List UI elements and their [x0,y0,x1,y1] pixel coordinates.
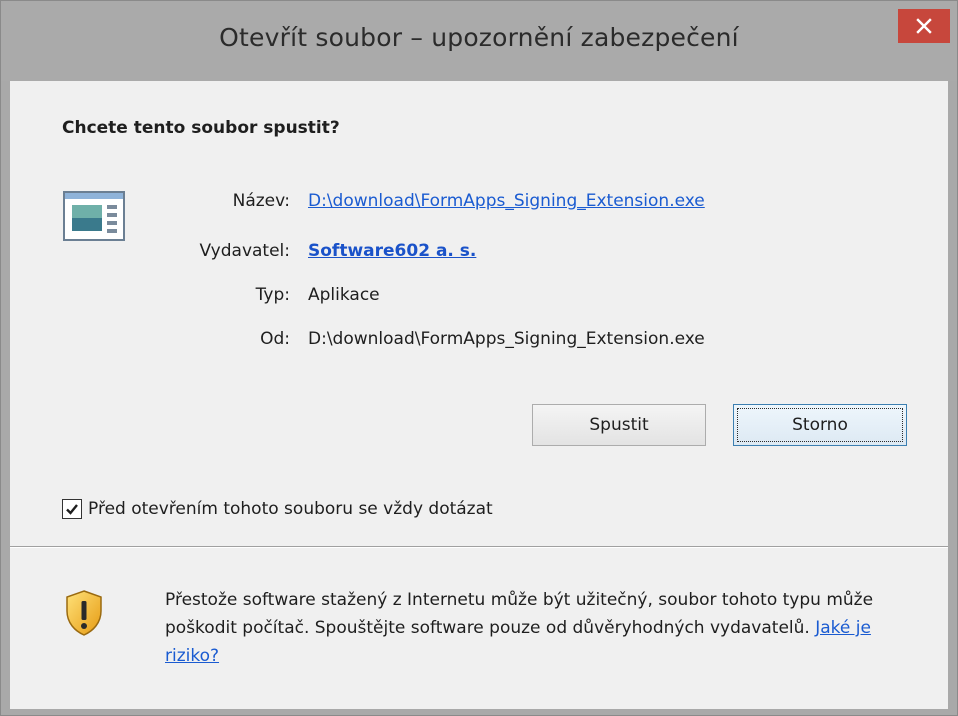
question-heading: Chcete tento soubor spustit? [62,118,340,138]
from-label: Od: [260,329,290,349]
dialog-body: Chcete tento soubor spustit? Název: D:\d… [10,81,948,709]
publisher-label: Vydavatel: [199,241,291,261]
focus-ring [737,408,903,442]
run-button-label: Spustit [589,415,649,435]
type-label: Typ: [255,285,290,305]
name-link[interactable]: D:\download\FormApps_Signing_Extension.e… [308,191,705,211]
separator [10,546,948,548]
window-title: Otevřít soubor – upozornění zabezpečení [219,23,739,52]
close-icon [916,18,932,34]
close-button[interactable] [898,9,950,43]
from-value: D:\download\FormApps_Signing_Extension.e… [308,329,705,349]
always-ask-option[interactable]: Před otevřením tohoto souboru se vždy do… [62,499,493,519]
title-bar[interactable]: Otevřít soubor – upozornění zabezpečení [1,1,957,81]
always-ask-label: Před otevřením tohoto souboru se vždy do… [88,499,493,519]
warning-text: Přestože software stažený z Internetu mů… [165,586,925,670]
type-value: Aplikace [308,285,380,305]
publisher-link[interactable]: Software602 a. s. [308,241,476,261]
cancel-button[interactable]: Storno [733,404,907,446]
run-button[interactable]: Spustit [532,404,706,446]
name-label: Název: [232,191,290,211]
security-warning-dialog: Otevřít soubor – upozornění zabezpečení … [0,0,958,716]
warning-shield-icon [66,590,102,636]
always-ask-checkbox[interactable] [62,499,82,519]
warning-message: Přestože software stažený z Internetu mů… [165,590,874,638]
checkmark-icon [66,504,78,515]
